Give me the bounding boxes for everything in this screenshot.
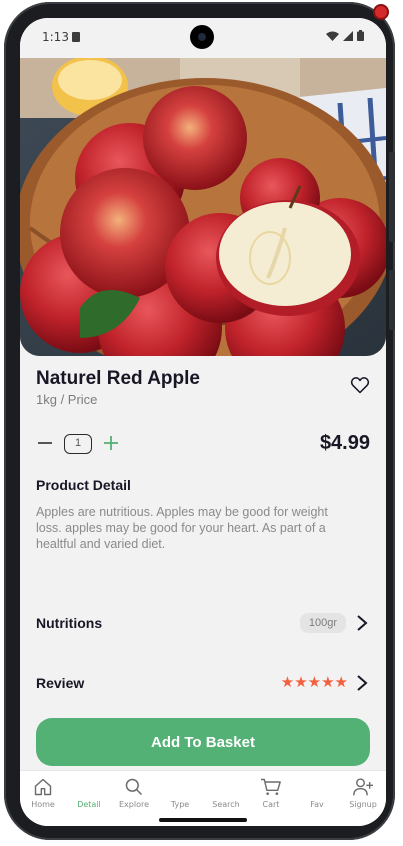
nutritions-badge: 100gr: [299, 613, 346, 633]
review-row[interactable]: Review ★★★★★: [36, 671, 370, 697]
product-unit: 1kg / Price: [36, 392, 98, 407]
add-user-icon: [353, 778, 373, 796]
product-detail-text: Apples are nutritious. Apples may be goo…: [36, 505, 328, 551]
chevron-right-icon: [357, 615, 368, 631]
increase-quantity-button[interactable]: [102, 434, 120, 452]
nav-label-detail: Detail: [77, 800, 101, 809]
type-icon: [157, 777, 203, 797]
nav-label-type: Type: [170, 800, 190, 809]
quantity-field[interactable]: 1: [64, 434, 92, 454]
favorite-button[interactable]: [350, 375, 370, 395]
screen: 1:13 Naturel Red Apple 1kg / Price 1 $4.…: [20, 18, 386, 826]
nav-item-cart[interactable]: Cart: [248, 777, 294, 823]
sim-icon: [72, 32, 80, 42]
heart-icon: [350, 377, 370, 394]
recording-indicator: [375, 6, 387, 18]
phone-frame: 1:13 Naturel Red Apple 1kg / Price 1 $4.…: [4, 2, 395, 840]
nav-label-explore: Explore: [118, 800, 150, 809]
decrease-quantity-button[interactable]: [36, 434, 54, 452]
rating-stars: ★★★★★: [280, 673, 348, 691]
status-time: 1:13: [42, 30, 69, 44]
add-to-basket-button[interactable]: Add To Basket: [36, 718, 370, 766]
nutritions-row[interactable]: Nutritions 100gr: [36, 611, 370, 637]
nav-label-search: Search: [212, 800, 240, 809]
home-icon: [34, 778, 52, 796]
battery-icon: [357, 30, 364, 41]
nav-item-search[interactable]: Search: [203, 777, 249, 823]
bottom-nav: Home Detail Explore Type Search Cart Fav…: [20, 770, 386, 826]
search-icon: [203, 777, 249, 797]
nav-label-signup: Signup: [349, 800, 377, 809]
chevron-right-icon: [357, 675, 368, 691]
nutritions-label: Nutritions: [36, 615, 103, 631]
nav-item-fav[interactable]: Fav: [294, 777, 340, 823]
product-title: Naturel Red Apple: [36, 368, 200, 389]
nav-label-cart: Cart: [262, 800, 280, 809]
nav-label-fav: Fav: [310, 800, 324, 809]
nav-item-detail[interactable]: Detail: [66, 777, 112, 823]
nav-item-signup[interactable]: Signup: [340, 777, 386, 823]
nav-label-home: Home: [31, 800, 55, 809]
nav-item-home[interactable]: Home: [20, 777, 66, 823]
home-indicator: [159, 818, 247, 822]
status-bar: 1:13: [20, 18, 386, 58]
product-price: $4.99: [319, 432, 370, 454]
wifi-icon: [326, 31, 339, 41]
front-camera: [190, 25, 214, 49]
nav-item-explore[interactable]: Explore: [111, 777, 157, 823]
nav-item-type[interactable]: Type: [157, 777, 203, 823]
search-icon: [125, 778, 143, 796]
product-detail-heading[interactable]: Product Detail: [36, 477, 131, 493]
signal-icon: [343, 30, 353, 41]
product-image: [20, 58, 386, 356]
fav-icon: [294, 777, 340, 797]
review-label: Review: [36, 675, 85, 691]
cart-icon: [261, 778, 281, 795]
volume-button: [389, 152, 395, 242]
detail-icon: [66, 777, 112, 797]
power-button: [389, 270, 395, 330]
plus-icon: [104, 436, 118, 450]
minus-icon: [38, 442, 52, 444]
status-icons: [326, 30, 364, 41]
